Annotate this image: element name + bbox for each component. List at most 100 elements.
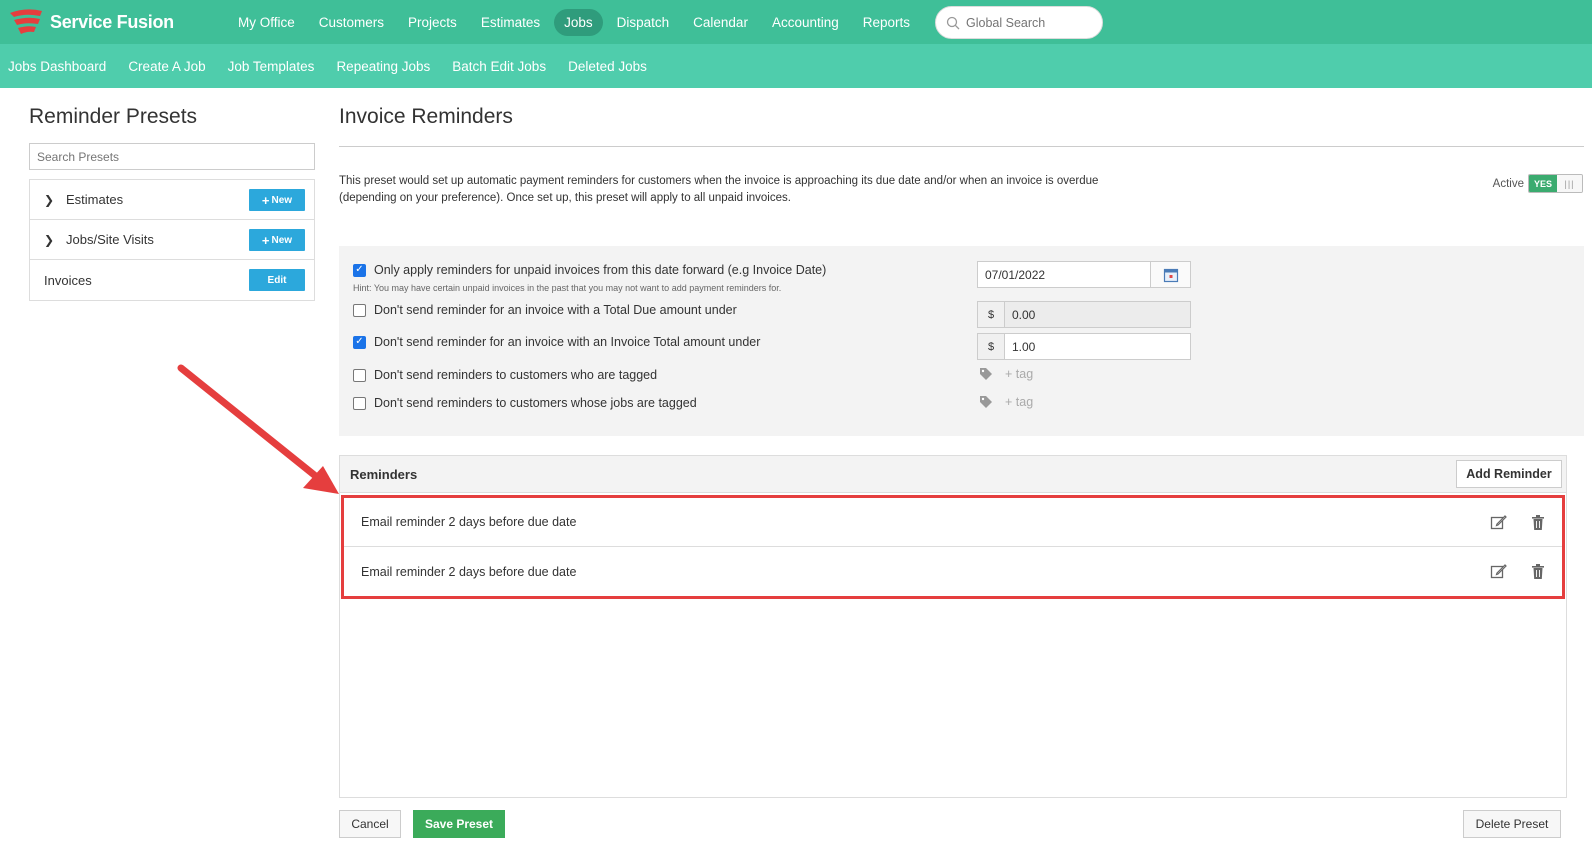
search-icon — [946, 16, 960, 29]
preset-description: This preset would set up automatic payme… — [339, 175, 1099, 204]
reminder-options: ✓ Only apply reminders for unpaid invoic… — [339, 246, 1584, 436]
reminder-list-highlighted: Email reminder 2 days before due date Em… — [341, 495, 1565, 599]
preset-item-jobs-site-visits[interactable]: ❯ Jobs/Site Visits + New — [30, 220, 314, 260]
reminders-header: Reminders Add Reminder — [340, 456, 1566, 493]
tag-placeholder: + tag — [1005, 367, 1034, 381]
date-forward-hint: Hint: You may have certain unpaid invoic… — [353, 283, 782, 293]
presets-title: Reminder Presets — [29, 105, 198, 128]
nav-calendar[interactable]: Calendar — [683, 9, 758, 36]
form-footer: Cancel Save Preset Delete Preset — [339, 810, 1584, 840]
calendar-button[interactable] — [1150, 262, 1190, 287]
edit-icon[interactable] — [1490, 514, 1507, 531]
edit-icon[interactable] — [1490, 563, 1507, 580]
subnav-batch-edit-jobs[interactable]: Batch Edit Jobs — [452, 59, 546, 74]
reminder-presets-panel: Reminder Presets ❯ Estimates +New ❯ Jobs… — [29, 100, 315, 301]
subnav-repeating-jobs[interactable]: Repeating Jobs — [336, 59, 430, 74]
reminder-item: Email reminder 2 days before due date — [344, 547, 1562, 596]
nav-estimates[interactable]: Estimates — [471, 9, 550, 36]
new-button-label: New — [271, 234, 293, 246]
toggle-yes: YES — [1529, 175, 1557, 192]
customers-tagged-checkbox[interactable] — [353, 368, 366, 382]
reminders-title: Reminders — [350, 467, 418, 482]
brand-logo[interactable]: Service Fusion — [8, 6, 174, 38]
option-label: Don't send reminders to customers whose … — [374, 396, 697, 410]
save-preset-button[interactable]: Save Preset — [413, 810, 505, 838]
chevron-right-icon[interactable]: ❯ — [44, 193, 54, 207]
currency-symbol: $ — [978, 334, 1005, 359]
search-presets-input[interactable] — [29, 143, 315, 170]
option-label: Don't send reminder for an invoice with … — [374, 335, 761, 349]
edit-invoices-preset-button[interactable]: Edit — [249, 269, 305, 291]
nav-projects[interactable]: Projects — [398, 9, 467, 36]
jobs-tag-input[interactable]: + tag — [979, 395, 1033, 409]
sub-navbar: Jobs Dashboard Create A Job Job Template… — [0, 44, 1592, 88]
tag-placeholder: + tag — [1005, 395, 1034, 409]
trash-icon[interactable] — [1531, 514, 1545, 531]
active-label: Active — [1492, 177, 1524, 190]
toggle-grip-icon: ||| — [1557, 175, 1582, 192]
preset-list: ❯ Estimates + New ❯ Jobs/Site Visits + New… — [29, 179, 315, 301]
delete-preset-button[interactable]: Delete Preset — [1463, 810, 1561, 838]
subnav-job-templates[interactable]: Job Templates — [228, 59, 315, 74]
nav-my-office[interactable]: My Office — [228, 9, 305, 36]
total-due-amount: $ — [977, 301, 1191, 328]
global-search-input[interactable] — [966, 15, 1086, 30]
top-navbar: Service Fusion My Office Customers Proje… — [0, 0, 1592, 44]
add-reminder-button[interactable]: Add Reminder — [1456, 460, 1562, 488]
reminder-item: Email reminder 2 days before due date — [344, 498, 1562, 547]
option-invoice-total: ✓ Don't send reminder for an invoice wit… — [353, 335, 760, 349]
nav-accounting[interactable]: Accounting — [762, 9, 849, 36]
nav-dispatch[interactable]: Dispatch — [607, 9, 680, 36]
invoice-total-input[interactable] — [1005, 334, 1190, 359]
option-label: Don't send reminders to customers who ar… — [374, 368, 658, 382]
date-forward-input[interactable] — [978, 262, 1151, 287]
reminders-panel: Reminders Add Reminder Email reminder 2 … — [339, 455, 1567, 798]
active-control: Active YES ||| — [1493, 174, 1583, 193]
edit-button-label: Edit — [267, 274, 287, 286]
trash-icon[interactable] — [1531, 563, 1545, 580]
total-due-checkbox[interactable] — [353, 303, 366, 317]
invoice-total-checkbox[interactable]: ✓ — [353, 335, 366, 349]
tag-icon — [980, 396, 992, 408]
subnav-create-a-job[interactable]: Create A Job — [128, 59, 205, 74]
calendar-icon — [1163, 268, 1178, 282]
preset-label: Estimates — [66, 192, 124, 207]
brand-name: Service Fusion — [50, 11, 174, 32]
global-search-box[interactable] — [935, 6, 1103, 39]
currency-symbol: $ — [978, 302, 1005, 327]
nav-reports[interactable]: Reports — [853, 9, 920, 36]
total-due-input[interactable] — [1005, 302, 1190, 327]
nav-jobs[interactable]: Jobs — [554, 8, 603, 36]
red-arrow-annotation — [177, 364, 339, 494]
subnav-deleted-jobs[interactable]: Deleted Jobs — [568, 59, 647, 74]
tag-icon — [980, 368, 992, 380]
subnav-jobs-dashboard[interactable]: Jobs Dashboard — [8, 59, 106, 74]
plus-icon: + — [261, 232, 270, 248]
option-date-forward: ✓ Only apply reminders for unpaid invoic… — [353, 263, 826, 277]
option-label: Only apply reminders for unpaid invoices… — [374, 263, 827, 277]
chevron-right-icon[interactable]: ❯ — [44, 233, 54, 247]
option-total-due: Don't send reminder for an invoice with … — [353, 303, 737, 317]
option-label: Don't send reminder for an invoice with … — [374, 303, 737, 317]
reminder-text: Email reminder 2 days before due date — [361, 515, 577, 529]
reminder-text: Email reminder 2 days before due date — [361, 564, 577, 579]
nav-customers[interactable]: Customers — [309, 9, 394, 36]
preset-item-estimates[interactable]: ❯ Estimates + New — [30, 180, 314, 220]
title-divider — [339, 146, 1584, 147]
date-forward-checkbox[interactable]: ✓ — [353, 263, 366, 277]
new-estimates-preset-button[interactable]: + New — [249, 189, 305, 211]
preset-item-invoices[interactable]: Invoices Edit — [30, 260, 314, 300]
preset-label: Jobs/Site Visits — [66, 232, 154, 247]
option-customers-tagged: Don't send reminders to customers who ar… — [353, 368, 657, 382]
new-jobs-preset-button[interactable]: + New — [249, 229, 305, 251]
plus-icon: + — [261, 192, 270, 208]
preset-label: Invoices — [44, 272, 92, 288]
main-nav: My Office Customers Projects Estimates J… — [228, 0, 924, 44]
invoice-total-amount: $ — [977, 333, 1191, 360]
service-fusion-logo-icon — [10, 9, 42, 34]
active-toggle[interactable]: YES ||| — [1528, 174, 1583, 193]
customers-tag-input[interactable]: + tag — [979, 367, 1033, 381]
cancel-button[interactable]: Cancel — [339, 810, 401, 838]
jobs-tagged-checkbox[interactable] — [353, 396, 366, 410]
option-jobs-tagged: Don't send reminders to customers whose … — [353, 396, 697, 410]
